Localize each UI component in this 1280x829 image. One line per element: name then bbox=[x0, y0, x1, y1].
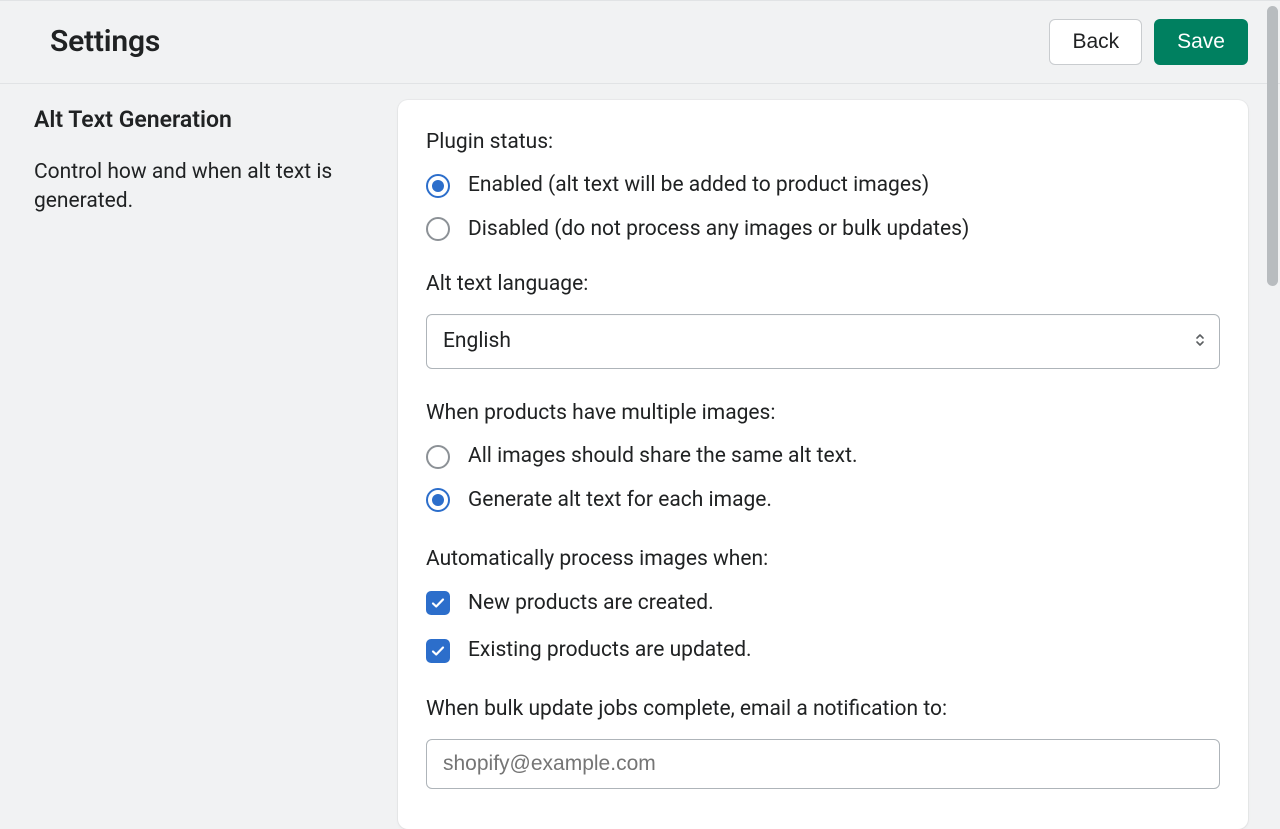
notify-email-field[interactable] bbox=[426, 739, 1220, 789]
checkbox-existing-products[interactable]: Existing products are updated. bbox=[426, 636, 1220, 665]
radio-multi-each[interactable]: Generate alt text for each image. bbox=[426, 486, 1220, 515]
radio-icon bbox=[426, 174, 450, 198]
page-title: Settings bbox=[50, 21, 160, 63]
header-actions: Back Save bbox=[1049, 19, 1248, 65]
auto-process-label: Automatically process images when: bbox=[426, 545, 1220, 574]
section-title: Alt Text Generation bbox=[34, 104, 358, 136]
checkbox-label: New products are created. bbox=[468, 589, 714, 618]
language-select[interactable]: English bbox=[426, 314, 1220, 369]
back-button[interactable]: Back bbox=[1049, 19, 1142, 65]
notify-label: When bulk update jobs complete, email a … bbox=[426, 695, 1220, 724]
section-sidebar: Alt Text Generation Control how and when… bbox=[34, 100, 358, 829]
checkbox-icon bbox=[426, 639, 450, 663]
radio-label: Disabled (do not process any images or b… bbox=[468, 215, 969, 244]
checkbox-new-products[interactable]: New products are created. bbox=[426, 589, 1220, 618]
vertical-scrollbar[interactable] bbox=[1266, 4, 1280, 716]
plugin-status-label: Plugin status: bbox=[426, 128, 1220, 157]
radio-icon bbox=[426, 445, 450, 469]
radio-label: Enabled (alt text will be added to produ… bbox=[468, 171, 929, 200]
radio-multi-same[interactable]: All images should share the same alt tex… bbox=[426, 442, 1220, 471]
header-bar: Settings Back Save bbox=[0, 0, 1280, 84]
checkbox-icon bbox=[426, 591, 450, 615]
settings-card: Plugin status: Enabled (alt text will be… bbox=[398, 100, 1248, 829]
radio-status-disabled[interactable]: Disabled (do not process any images or b… bbox=[426, 215, 1220, 244]
language-select-wrapper: English bbox=[426, 314, 1220, 369]
save-button[interactable]: Save bbox=[1154, 19, 1248, 65]
radio-icon bbox=[426, 217, 450, 241]
radio-icon bbox=[426, 488, 450, 512]
checkbox-label: Existing products are updated. bbox=[468, 636, 752, 665]
radio-label: All images should share the same alt tex… bbox=[468, 442, 858, 471]
radio-status-enabled[interactable]: Enabled (alt text will be added to produ… bbox=[426, 171, 1220, 200]
section-description: Control how and when alt text is generat… bbox=[34, 158, 358, 215]
multi-image-label: When products have multiple images: bbox=[426, 399, 1220, 428]
content-area: Alt Text Generation Control how and when… bbox=[0, 84, 1280, 829]
radio-label: Generate alt text for each image. bbox=[468, 486, 772, 515]
language-label: Alt text language: bbox=[426, 270, 1220, 299]
scrollbar-thumb[interactable] bbox=[1267, 6, 1278, 286]
